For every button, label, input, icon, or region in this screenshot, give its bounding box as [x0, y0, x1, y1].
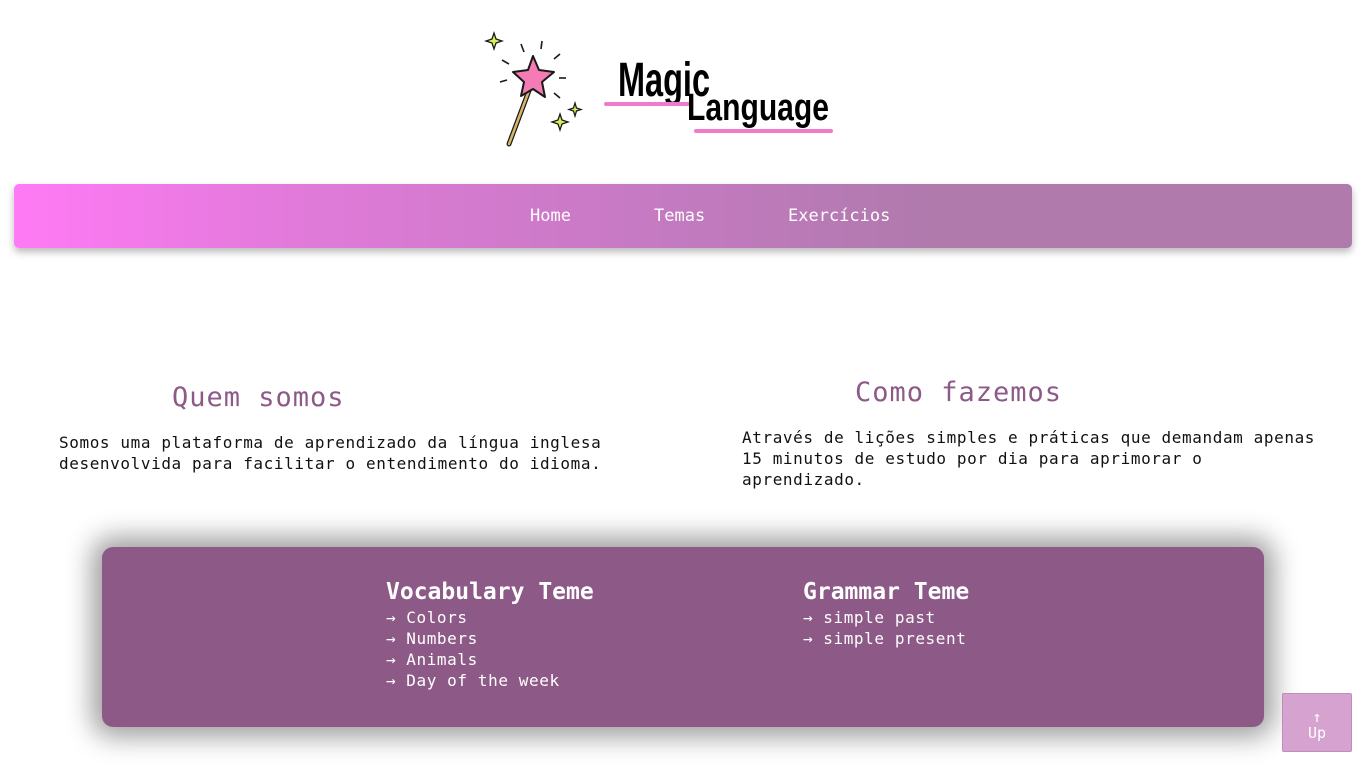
method-title: Como fazemos [855, 377, 1063, 408]
vocabulary-title: Vocabulary Teme [386, 579, 594, 605]
page: Magic Language Home Temas Exercícios Que… [0, 0, 1366, 768]
theme-label: Day of the week [406, 671, 560, 690]
theme-link-simple-past[interactable]: → simple past [803, 607, 969, 628]
about-title: Quem somos [172, 382, 345, 413]
theme-link-colors[interactable]: → Colors [386, 607, 594, 628]
method-text: Através de lições simples e práticas que… [742, 428, 1316, 489]
arrow-right-icon: → [803, 629, 814, 648]
logo-word-language: Language [687, 87, 829, 129]
theme-link-animals[interactable]: → Animals [386, 649, 594, 670]
arrow-up-icon: ↑ [1312, 708, 1322, 726]
theme-link-simple-present[interactable]: → simple present [803, 628, 969, 649]
scroll-to-top-button[interactable]: ↑ Up [1282, 693, 1352, 752]
nav-exercicios-link[interactable]: Exercícios [788, 184, 890, 248]
theme-label: simple past [823, 608, 936, 627]
grammar-title: Grammar Teme [803, 579, 970, 605]
up-label: Up [1307, 724, 1327, 742]
grammar-column: Grammar Teme → simple past → simple presen… [803, 577, 969, 649]
nav-home-link[interactable]: Home [530, 184, 571, 248]
logo-graphic: Magic Language [484, 30, 833, 147]
theme-link-day-of-the-week[interactable]: → Day of the week [386, 670, 594, 691]
main-nav: Home Temas Exercícios [14, 184, 1352, 248]
arrow-right-icon: → [386, 671, 397, 690]
theme-label: Animals [406, 650, 478, 669]
about-text: Somos uma plataforma de aprendizado da l… [59, 433, 602, 473]
arrow-right-icon: → [386, 608, 397, 627]
vocabulary-column: Vocabulary Teme → Colors → Numbers → Animal… [386, 577, 594, 691]
logo-wordmark: Magic Language [604, 54, 833, 133]
themes-panel: Vocabulary Teme → Colors → Numbers → Animal… [102, 547, 1264, 727]
magic-language-logo[interactable]: Magic Language [484, 30, 836, 152]
nav-temas-link[interactable]: Temas [654, 184, 705, 248]
theme-label: Numbers [406, 629, 478, 648]
theme-label: Colors [406, 608, 468, 627]
arrow-right-icon: → [386, 650, 397, 669]
theme-label: simple present [823, 629, 967, 648]
arrow-right-icon: → [386, 629, 397, 648]
theme-link-numbers[interactable]: → Numbers [386, 628, 594, 649]
arrow-right-icon: → [803, 608, 814, 627]
magic-wand-icon [499, 40, 566, 147]
